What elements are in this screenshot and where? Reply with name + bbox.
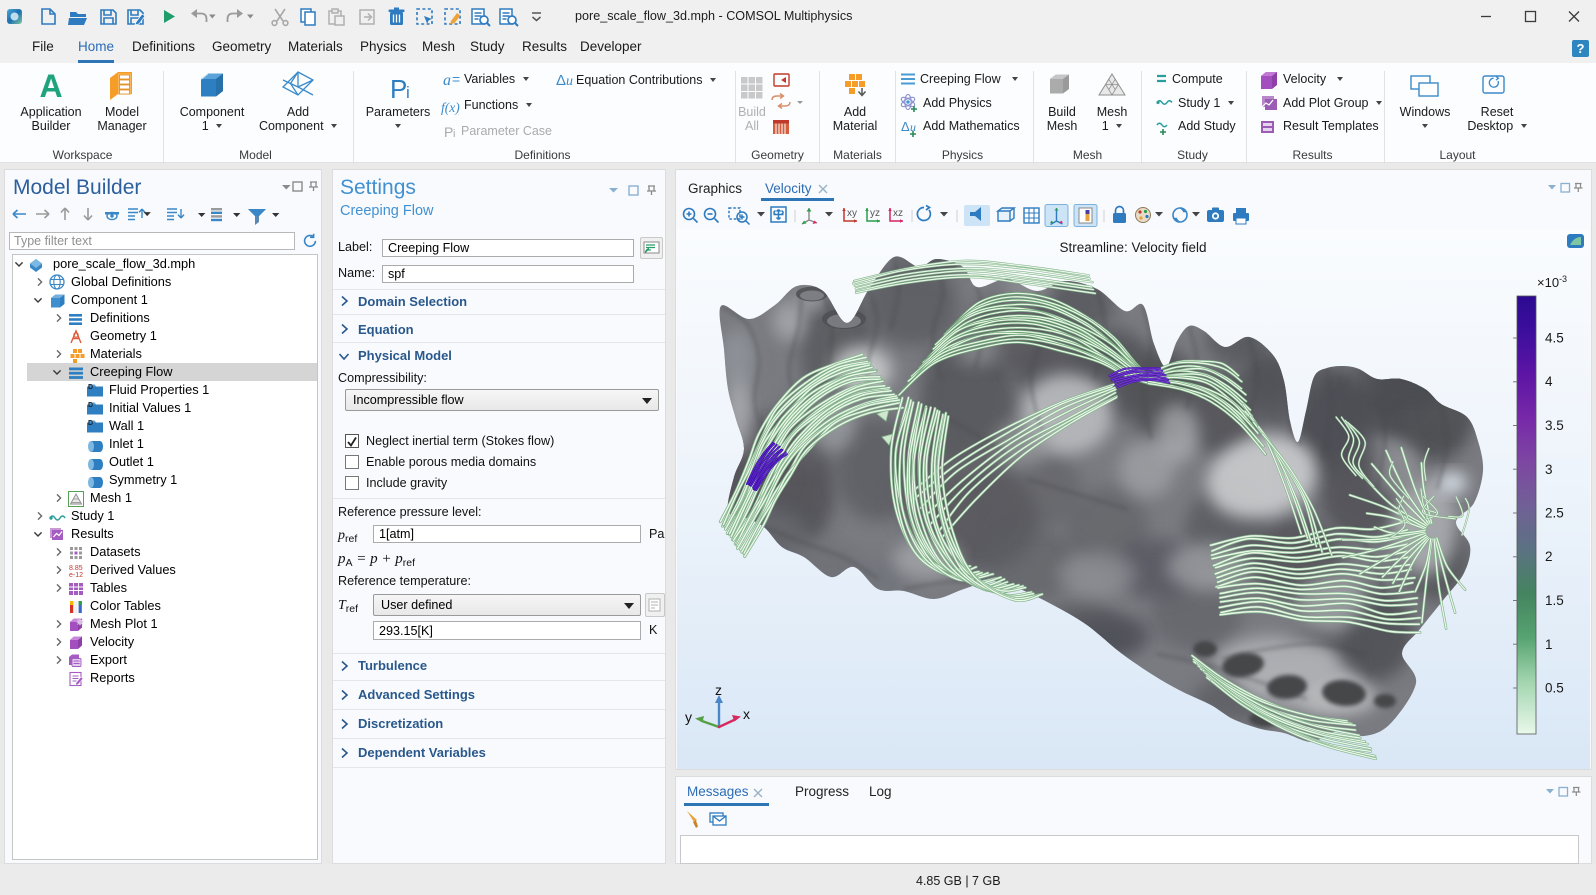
svg-text:A: A — [39, 68, 62, 104]
svg-text:Mesh Plot 1: Mesh Plot 1 — [90, 616, 158, 631]
svg-text:Fluid Properties 1: Fluid Properties 1 — [109, 382, 209, 397]
svg-text:Materials: Materials — [90, 346, 142, 361]
svg-text:0.5: 0.5 — [1545, 681, 1564, 696]
svg-text:x: x — [743, 706, 750, 722]
svg-text:Creeping Flow: Creeping Flow — [90, 364, 173, 379]
svg-text:Symmetry 1: Symmetry 1 — [109, 472, 177, 487]
svg-text:Component 1: Component 1 — [71, 292, 148, 307]
svg-text:y: y — [685, 709, 692, 725]
svg-text:xy: xy — [847, 208, 857, 219]
svg-text:Color Tables: Color Tables — [90, 598, 161, 613]
svg-text:Reports: Reports — [90, 670, 135, 685]
svg-text:Δ: Δ — [901, 119, 910, 134]
svg-text:Definitions: Definitions — [90, 310, 150, 325]
svg-text:yz: yz — [870, 208, 880, 219]
svg-text:Outlet 1: Outlet 1 — [109, 454, 154, 469]
svg-text:Wall 1: Wall 1 — [109, 418, 144, 433]
svg-text:e-12: e-12 — [69, 572, 83, 579]
svg-text:Export: Export — [90, 652, 127, 667]
svg-text:Velocity: Velocity — [90, 634, 135, 649]
svg-text:f(x): f(x) — [441, 100, 460, 115]
svg-text:i: i — [453, 128, 455, 140]
svg-text:1.5: 1.5 — [1545, 593, 1564, 608]
svg-text:2: 2 — [1545, 549, 1553, 564]
svg-text:8.85: 8.85 — [69, 565, 83, 572]
svg-text:P: P — [390, 74, 407, 104]
svg-text:Mesh 1: Mesh 1 — [90, 490, 132, 505]
svg-text:Geometry 1: Geometry 1 — [90, 328, 157, 343]
svg-text:xz: xz — [893, 208, 903, 219]
svg-text:Inlet 1: Inlet 1 — [109, 436, 144, 451]
svg-text:pore_scale_flow_3d.mph: pore_scale_flow_3d.mph — [53, 256, 195, 271]
svg-text:Derived Values: Derived Values — [90, 562, 176, 577]
svg-text:Study 1: Study 1 — [71, 508, 114, 523]
svg-text:Results: Results — [71, 526, 114, 541]
svg-text:Streamline: Velocity field: Streamline: Velocity field — [1059, 240, 1206, 255]
svg-text:a: a — [443, 72, 451, 89]
svg-text:×10-3: ×10-3 — [1537, 274, 1567, 290]
svg-text:i: i — [406, 83, 410, 102]
svg-text:1: 1 — [1545, 637, 1553, 652]
svg-text:Initial Values 1: Initial Values 1 — [109, 400, 191, 415]
svg-text:Δ: Δ — [556, 72, 566, 89]
svg-text:u: u — [566, 74, 573, 89]
svg-text:4: 4 — [1545, 374, 1553, 389]
svg-text:Tables: Tables — [90, 580, 127, 595]
svg-text:Global Definitions: Global Definitions — [71, 274, 171, 289]
svg-text:Datasets: Datasets — [90, 544, 141, 559]
svg-text:=: = — [452, 71, 460, 87]
svg-text:3.5: 3.5 — [1545, 418, 1564, 433]
svg-text:z: z — [715, 682, 722, 698]
svg-text:3: 3 — [1545, 462, 1553, 477]
svg-text:2.5: 2.5 — [1545, 506, 1564, 521]
svg-text:4.5: 4.5 — [1545, 331, 1564, 346]
svg-text:P: P — [444, 124, 453, 140]
